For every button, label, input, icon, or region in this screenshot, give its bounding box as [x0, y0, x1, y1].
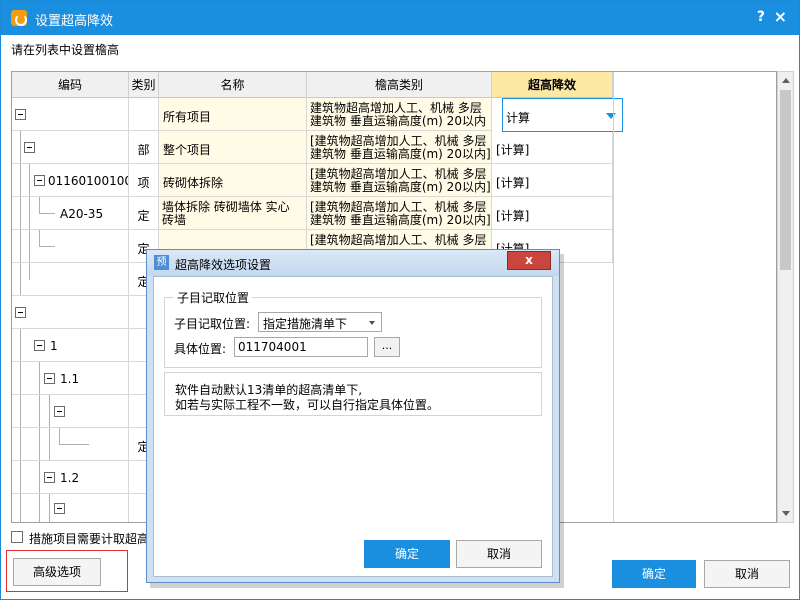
dialog-close-button[interactable]: x [507, 251, 551, 270]
title-bar: 设置超高降效 ? × [1, 1, 799, 35]
scroll-thumb[interactable] [780, 90, 791, 270]
header-name[interactable]: 名称 [159, 72, 307, 98]
cell-eave: [建筑物超高增加人工、机械 多层 建筑物 垂直运输高度(m) 20以内] [307, 197, 492, 230]
ok-button[interactable]: 确定 [612, 560, 696, 588]
collapse-icon[interactable] [44, 373, 55, 384]
collapse-icon[interactable] [54, 503, 65, 514]
note-box: 软件自动默认13清单的超高清单下, 如若与实际工程不一致，可以自行指定具体位置。 [164, 372, 542, 416]
table-row[interactable]: 1.1 [12, 362, 129, 395]
cell-name: 墙体拆除 砖砌墙体 实心 砖墙 [159, 197, 307, 230]
cell-category: 定 [129, 197, 159, 230]
collapse-icon[interactable] [15, 109, 26, 120]
table-row[interactable] [12, 494, 129, 522]
group-label: 子目记取位置 [174, 289, 253, 306]
scroll-up-icon[interactable] [782, 78, 790, 83]
cell-effect[interactable]: [计算] [492, 197, 613, 230]
collapse-icon[interactable] [44, 472, 55, 483]
collapse-icon[interactable] [15, 307, 26, 318]
header-eave-category[interactable]: 檐高类别 [307, 72, 492, 98]
collapse-icon[interactable] [34, 175, 45, 186]
table-row[interactable] [12, 263, 129, 296]
header-category[interactable]: 类别 [129, 72, 159, 98]
collapse-icon[interactable] [24, 142, 35, 153]
cell-category [129, 98, 159, 131]
cell-eave: [建筑物超高增加人工、机械 多层 建筑物 垂直运输高度(m) 20以内] [307, 164, 492, 197]
browse-button[interactable]: ... [374, 337, 400, 357]
collapse-icon[interactable] [54, 406, 65, 417]
measure-height-label: 措施项目需要计取超高 [29, 532, 150, 546]
table-row[interactable] [12, 428, 129, 461]
cell-name: 砖砌体拆除 [159, 164, 307, 197]
dialog-app-icon: 预 [154, 255, 169, 270]
close-button[interactable]: × [774, 7, 787, 26]
window-title: 设置超高降效 [35, 14, 114, 29]
position-label: 子目记取位置: [174, 317, 251, 331]
table-row[interactable] [12, 395, 129, 428]
cell-category: 部 [129, 131, 159, 164]
cell-effect[interactable]: [计算] [492, 131, 613, 164]
note-line-2: 如若与实际工程不一致，可以自行指定具体位置。 [175, 398, 440, 412]
dialog-title-bar: 预 超高降效选项设置 x [147, 250, 559, 276]
height-effect-options-dialog: 预 超高降效选项设置 x 子目记取位置 子目记取位置: 指定措施清单下 具体位置… [146, 249, 560, 583]
height-effect-combobox[interactable]: 计算 [502, 98, 623, 132]
dialog-ok-button[interactable]: 确定 [364, 540, 450, 568]
advanced-options-button[interactable]: 高级选项 [13, 558, 101, 586]
measure-height-checkbox[interactable] [11, 531, 23, 543]
table-row[interactable]: A20-35 [12, 197, 129, 230]
help-button[interactable]: ? [757, 9, 765, 25]
dialog-cancel-button[interactable]: 取消 [456, 540, 542, 568]
table-row[interactable]: 1 [12, 329, 129, 362]
detail-position-input[interactable]: 011704001 [234, 337, 368, 357]
cell-name: 整个项目 [159, 131, 307, 164]
table-row[interactable]: 1.2 [12, 461, 129, 494]
vertical-scrollbar[interactable] [777, 71, 794, 523]
cell-name: 所有项目 [159, 98, 307, 131]
position-select[interactable]: 指定措施清单下 [258, 312, 382, 332]
instruction-text: 请在列表中设置檐高 [11, 43, 120, 57]
table-row[interactable] [12, 296, 129, 329]
header-code[interactable]: 编码 [12, 72, 129, 98]
header-height-effect[interactable]: 超高降效 [492, 72, 613, 98]
table-row[interactable]: 011601001001 [12, 164, 129, 197]
dialog-title: 超高降效选项设置 [175, 258, 272, 272]
cancel-button[interactable]: 取消 [704, 560, 790, 588]
dialog-body: 子目记取位置 子目记取位置: 指定措施清单下 具体位置: 011704001 .… [153, 276, 553, 577]
dropdown-arrow-icon[interactable] [606, 113, 616, 119]
chevron-down-icon [369, 321, 375, 325]
table-row[interactable] [12, 98, 129, 131]
position-group [164, 297, 542, 368]
cell-category: 项 [129, 164, 159, 197]
table-row[interactable] [12, 131, 129, 164]
cell-effect[interactable]: [计算] [492, 164, 613, 197]
cell-eave: [建筑物超高增加人工、机械 多层 建筑物 垂直运输高度(m) 20以内] [307, 131, 492, 164]
scroll-down-icon[interactable] [782, 511, 790, 516]
detail-label: 具体位置: [174, 342, 227, 356]
app-icon [11, 10, 27, 26]
collapse-icon[interactable] [34, 340, 45, 351]
table-row[interactable] [12, 230, 129, 263]
cell-eave: 建筑物超高增加人工、机械 多层 建筑物 垂直运输高度(m) 20以内 [307, 98, 492, 131]
